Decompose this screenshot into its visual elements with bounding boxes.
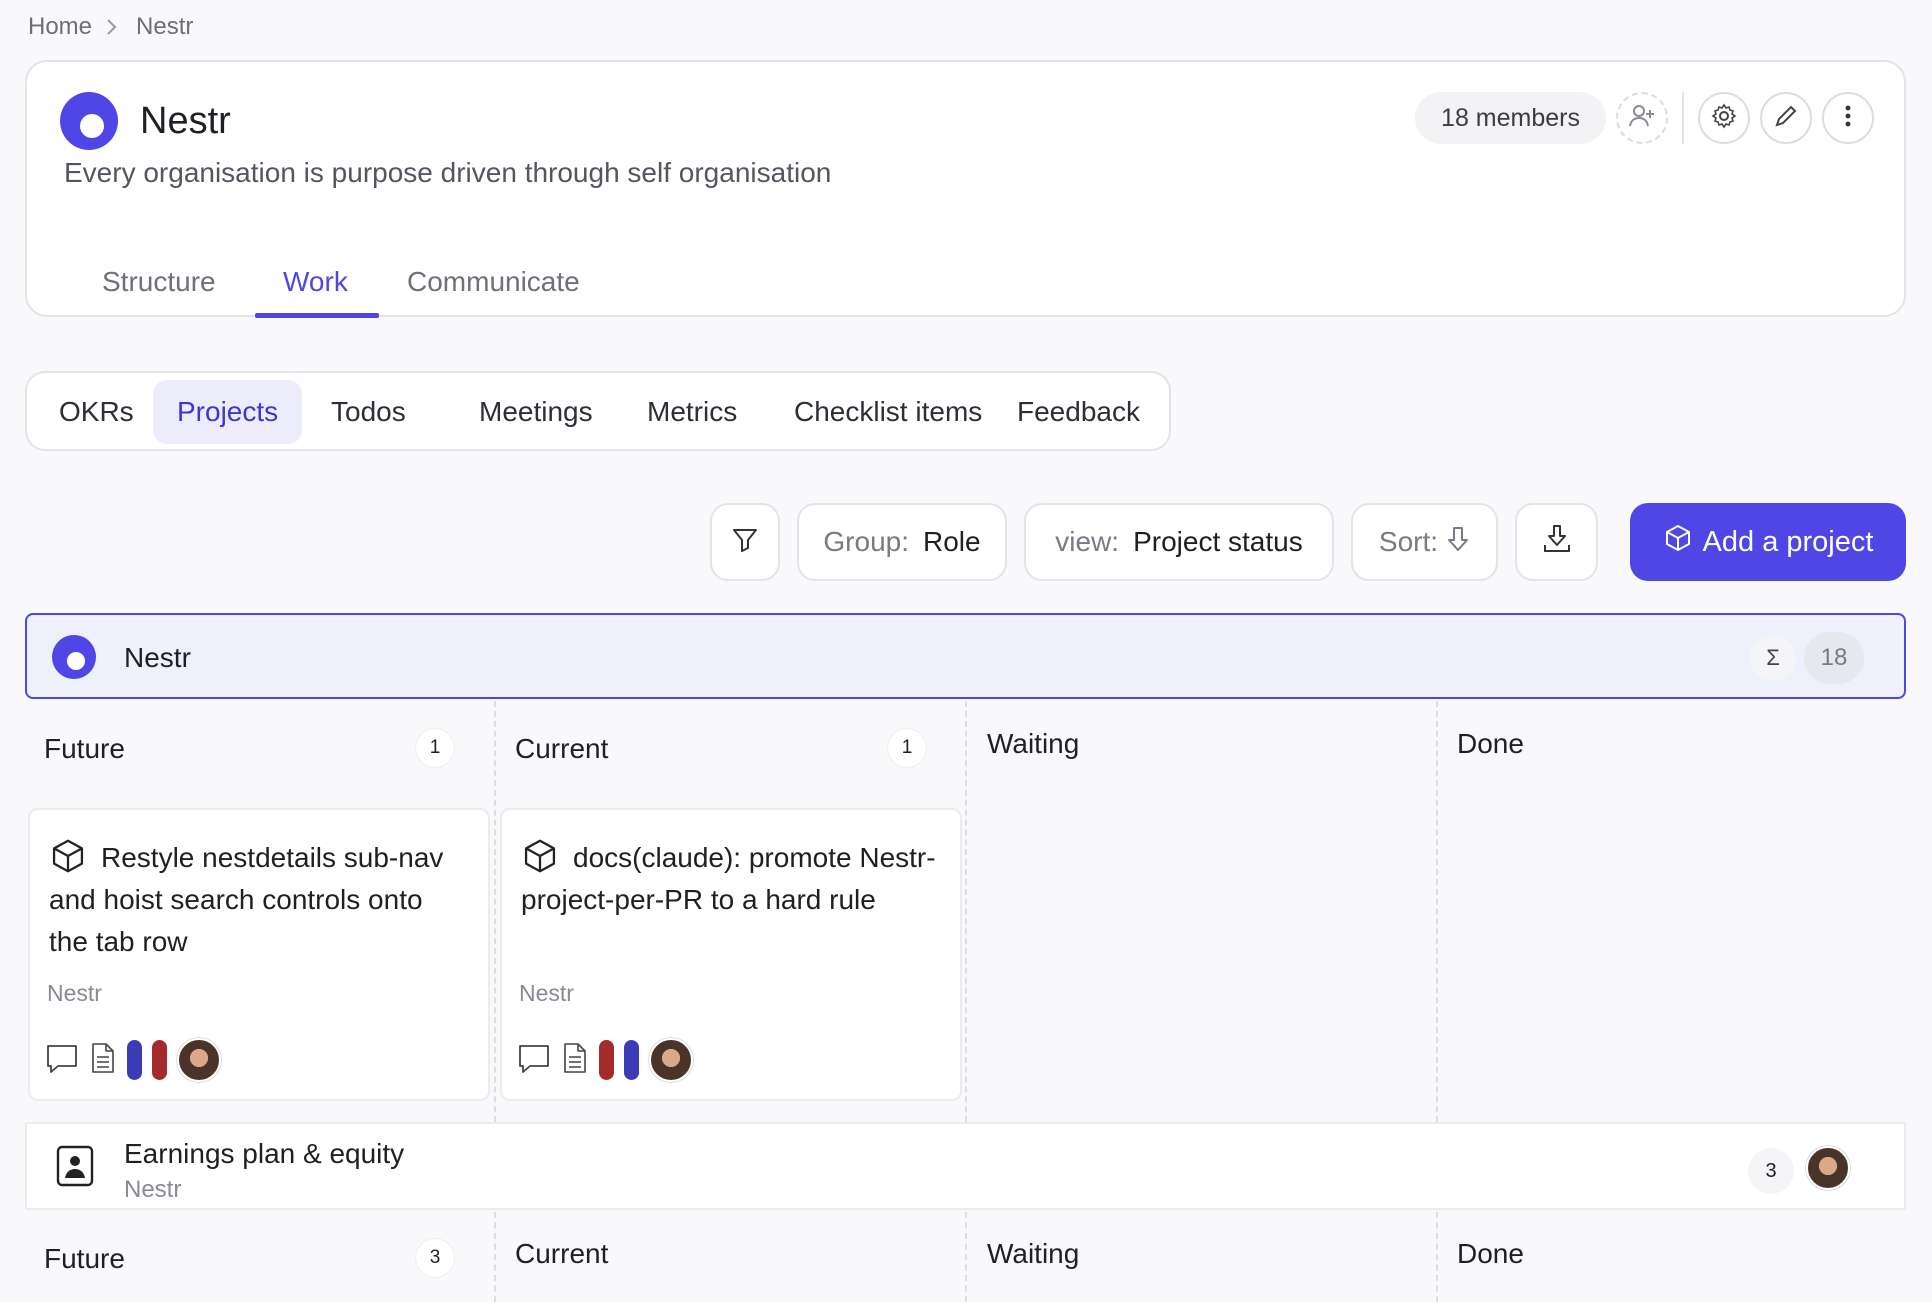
document-icon[interactable]	[561, 1041, 589, 1080]
role-badge-icon	[55, 1144, 95, 1193]
column-title-done: Done	[1457, 1238, 1524, 1269]
group-total-count: 18	[1804, 632, 1864, 684]
header-actions: 18 members	[1415, 92, 1874, 144]
column-title-done: Done	[1457, 728, 1524, 759]
group-header[interactable]: Nestr Σ 18	[25, 613, 1906, 699]
more-button[interactable]	[1822, 92, 1874, 144]
subnav-checklist-items[interactable]: Checklist items	[770, 380, 1006, 444]
avatar[interactable]	[177, 1038, 221, 1082]
add-project-label: Add a project	[1702, 525, 1874, 558]
org-logo	[52, 635, 96, 679]
role-group-header[interactable]: Earnings plan & equity Nestr 3	[25, 1122, 1906, 1210]
org-name: Nestr	[140, 100, 231, 142]
subnav-projects[interactable]: Projects	[153, 380, 303, 444]
project-card[interactable]: Restyle nestdetails sub-nav and hoist se…	[28, 808, 490, 1101]
breadcrumb-home[interactable]: Home	[28, 13, 92, 41]
group-name: Nestr	[124, 642, 191, 673]
label-pill	[624, 1040, 639, 1080]
column-divider	[965, 1212, 967, 1302]
subnav-metrics[interactable]: Metrics	[623, 380, 761, 444]
subnav-feedback[interactable]: Feedback	[993, 380, 1164, 444]
role-count: 3	[1748, 1148, 1794, 1194]
pencil-icon	[1773, 103, 1799, 134]
edit-button[interactable]	[1760, 92, 1812, 144]
arrow-down-icon	[1446, 525, 1470, 560]
filter-icon	[731, 525, 759, 560]
column-count-future: 1	[416, 729, 454, 767]
filter-button[interactable]	[710, 503, 780, 581]
column-divider	[494, 701, 496, 1122]
project-card[interactable]: docs(claude): promote Nestr-project-per-…	[500, 808, 962, 1101]
project-title: Restyle nestdetails sub-nav and hoist se…	[49, 842, 444, 957]
work-sub-nav: OKRs Projects Todos Meetings Metrics Che…	[25, 371, 1171, 451]
label-pill	[127, 1040, 142, 1080]
project-meta	[45, 1038, 221, 1082]
avatar[interactable]	[1806, 1146, 1850, 1190]
breadcrumb: Home Nestr	[28, 13, 193, 41]
view-value: Project status	[1133, 526, 1303, 557]
user-plus-icon	[1627, 101, 1657, 136]
more-vertical-icon	[1844, 104, 1852, 133]
add-member-button[interactable]	[1616, 92, 1668, 144]
column-count-current: 1	[888, 729, 926, 767]
comment-icon[interactable]	[517, 1041, 551, 1080]
subnav-meetings[interactable]: Meetings	[455, 380, 617, 444]
org-logo	[60, 92, 118, 150]
org-purpose: Every organisation is purpose driven thr…	[64, 157, 832, 188]
role-name: Earnings plan & equity	[124, 1138, 405, 1169]
column-count-future: 3	[416, 1239, 454, 1277]
project-meta	[517, 1038, 693, 1082]
group-select[interactable]: Group: Role	[797, 503, 1007, 581]
column-title-current: Current	[515, 733, 609, 764]
subnav-okrs[interactable]: OKRs	[35, 380, 158, 444]
view-select[interactable]: view: Project status	[1024, 503, 1334, 581]
box-icon	[1663, 523, 1693, 561]
column-divider	[1436, 1212, 1438, 1302]
subnav-todos[interactable]: Todos	[307, 380, 430, 444]
column-title-waiting: Waiting	[987, 728, 1080, 759]
column-title-waiting: Waiting	[987, 1238, 1080, 1269]
members-button[interactable]: 18 members	[1415, 92, 1606, 144]
divider	[1682, 92, 1684, 144]
project-org: Nestr	[519, 980, 574, 1006]
project-org: Nestr	[47, 980, 102, 1006]
view-label: view:	[1055, 526, 1120, 557]
breadcrumb-current: Nestr	[136, 13, 194, 40]
chevron-right-icon	[106, 19, 122, 35]
active-tab-indicator	[255, 313, 379, 318]
tab-work[interactable]: Work	[283, 266, 348, 298]
column-title-future: Future	[44, 733, 125, 764]
gear-icon	[1710, 102, 1738, 135]
comment-icon[interactable]	[45, 1041, 79, 1080]
sigma-icon[interactable]: Σ	[1750, 635, 1796, 681]
label-pill	[599, 1040, 614, 1080]
column-divider	[494, 1212, 496, 1302]
sort-label: Sort:	[1378, 526, 1439, 557]
tab-communicate[interactable]: Communicate	[407, 266, 580, 298]
settings-button[interactable]	[1698, 92, 1750, 144]
download-icon	[1541, 523, 1573, 562]
column-title-future: Future	[44, 1243, 125, 1274]
sort-button[interactable]: Sort:	[1351, 503, 1498, 581]
column-divider	[965, 701, 967, 1122]
document-icon[interactable]	[89, 1041, 117, 1080]
download-button[interactable]	[1515, 503, 1598, 581]
group-value: Role	[923, 526, 981, 557]
role-org: Nestr	[124, 1176, 182, 1203]
column-title-current: Current	[515, 1238, 609, 1269]
label-pill	[152, 1040, 167, 1080]
avatar[interactable]	[649, 1038, 693, 1082]
tab-structure[interactable]: Structure	[102, 266, 216, 298]
column-divider	[1436, 701, 1438, 1122]
add-project-button[interactable]: Add a project	[1630, 503, 1906, 581]
project-title: docs(claude): promote Nestr-project-per-…	[521, 842, 936, 915]
group-label: Group:	[823, 526, 909, 557]
